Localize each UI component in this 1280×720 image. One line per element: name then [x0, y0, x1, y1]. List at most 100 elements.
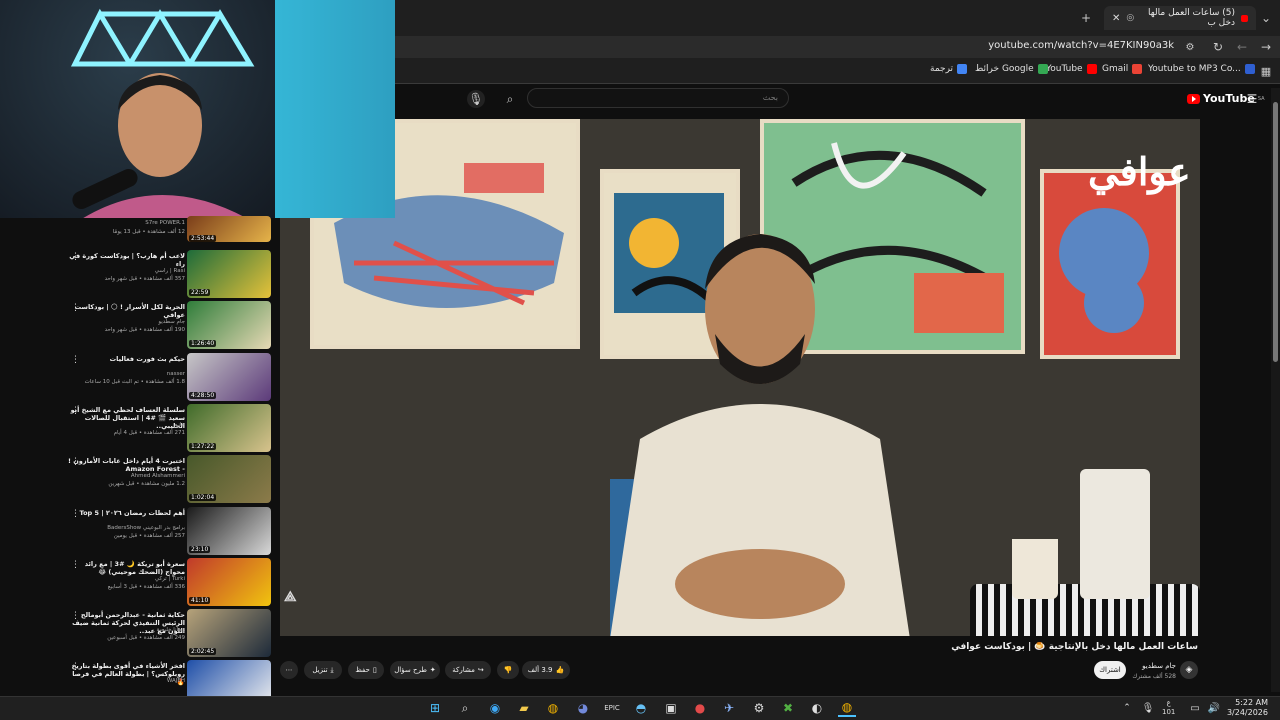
channel-name[interactable]: جام سطديو [1142, 662, 1176, 670]
mic-icon[interactable]: 🎙 [1139, 699, 1157, 717]
video-channel[interactable]: برامج بدر البوعيني BadersShow [67, 525, 185, 531]
list-item[interactable]: 1:26:40 الحرية لكل الأسرار ! 🌕 | بودكاست … [65, 301, 275, 351]
clock[interactable]: 5:22 AM 3/24/2026 [1227, 698, 1268, 718]
more-options-icon[interactable]: ⋮ [71, 611, 80, 621]
list-item[interactable]: 2:02:45 حكاية ثمانية - عبدالرحمن أبومالح … [65, 609, 275, 659]
video-player[interactable]: عوافي ⟁ [280, 119, 1200, 636]
chrome-icon[interactable]: ◍ [544, 699, 562, 717]
record-icon[interactable]: ● [691, 699, 709, 717]
list-item[interactable]: 1:02:04 اختبرت 4 أيام داخل غابات الأمازون… [65, 455, 275, 505]
apps-grid-icon[interactable]: ▦ [1258, 63, 1274, 79]
video-title[interactable]: أهم لحظات رمضان ٢٠٢٦ | Top 5 [67, 509, 185, 517]
bookmark-item[interactable]: Gmail [1102, 64, 1143, 74]
back-icon[interactable]: → [1258, 39, 1274, 55]
steam-icon[interactable]: ◓ [632, 699, 650, 717]
dislike-button[interactable]: 👎 [497, 661, 519, 679]
chevron-down-icon[interactable]: ⌄ [1258, 10, 1274, 26]
video-channel[interactable]: Turki | تركي [67, 576, 185, 582]
more-actions-button[interactable]: ⋯ [280, 661, 298, 679]
share-button[interactable]: ↪ مشاركة [445, 661, 491, 679]
list-item[interactable]: 41:10 سعرة أبو تريكة 🌙 #3 | مع رائد محواج… [65, 557, 275, 608]
scrollbar-thumb[interactable] [1273, 102, 1278, 362]
list-item[interactable]: 23:10 أهم لحظات رمضان ٢٠٢٦ | Top 5 برامج ب… [65, 506, 275, 557]
video-meta: 257 ألف مشاهدة • قبل يومين [113, 532, 185, 539]
video-title[interactable]: اختبرت 4 أيام داخل غابات الأمازون ! - Am… [67, 457, 185, 473]
search-icon[interactable]: ⌕ [502, 91, 518, 107]
share-label: مشاركة [452, 666, 475, 674]
video-channel[interactable]: S7re POWER.1 [67, 220, 185, 226]
list-item[interactable]: 2:53:44 S7re POWER.1 12 ألف مشاهدة • قبل… [65, 208, 275, 242]
app-icon[interactable]: ▣ [662, 699, 680, 717]
video-channel[interactable]: Ahmed Alshammeri [67, 473, 185, 479]
background-poster [1040, 169, 1180, 359]
chevron-up-icon[interactable]: ⌃ [1118, 699, 1136, 717]
close-tab-icon[interactable]: ✕ [1112, 13, 1120, 24]
share-icon: ↪ [477, 666, 484, 674]
reload-icon[interactable]: ↻ [1210, 39, 1226, 55]
mic-icon[interactable]: 🎙 [467, 90, 485, 108]
volume-icon[interactable]: 🔊 [1205, 699, 1223, 717]
browser-tab[interactable]: (5) ساعات العمل مالها دخل ب ◎ ✕ [1104, 6, 1256, 30]
translate-favicon-icon [957, 64, 968, 74]
more-options-icon[interactable]: ⋮ [71, 303, 80, 313]
bookmark-item[interactable]: خرائط Google [975, 64, 1048, 74]
streamer-figure [72, 73, 247, 218]
ask-label: طرح سؤال [394, 666, 427, 674]
video-title[interactable]: سعرة أبو تريكة 🌙 #3 | مع رائد محواج (الض… [67, 560, 185, 576]
like-button[interactable]: 👍 3.9 ألف [522, 661, 570, 679]
more-options-icon[interactable]: ⋮ [71, 355, 80, 365]
more-options-icon[interactable]: ⋮ [71, 252, 80, 262]
new-tab-icon[interactable]: + [1078, 10, 1094, 26]
settings-icon[interactable]: ⚙ [750, 699, 768, 717]
save-button[interactable]: ▯ حفظ [348, 661, 384, 679]
youtube-logo[interactable]: YouTube SA [1187, 92, 1265, 105]
plane-icon[interactable]: ✈ [720, 699, 738, 717]
bookmark-item[interactable]: Youtube to MP3 Co... [1148, 64, 1255, 74]
video-meta: 357 ألف مشاهدة • قبل شهر واحد [104, 276, 185, 282]
chrome-active-icon[interactable]: ◍ [838, 699, 856, 717]
video-channel[interactable]: Rasi | راسي [67, 268, 185, 274]
more-options-icon[interactable]: ⋮ [71, 457, 80, 467]
windows-start-icon[interactable]: ⊞ [426, 699, 444, 717]
page-scrollbar[interactable] [1271, 88, 1280, 692]
discord-icon[interactable]: ◕ [574, 699, 592, 717]
video-title[interactable]: الحرية لكل الأسرار ! 🌕 | بودكاست عوافي [67, 303, 185, 319]
video-duration: 41:10 [189, 596, 211, 604]
search-input[interactable]: بحث [527, 88, 789, 108]
list-item[interactable]: 1:27:22 سلسلة العساف لحظي مع الشيخ أبو سع… [65, 403, 275, 454]
ask-button[interactable]: ✦ طرح سؤال [390, 661, 440, 679]
forward-icon[interactable]: ← [1234, 39, 1250, 55]
more-options-icon[interactable]: ⋮ [71, 662, 80, 672]
video-channel[interactable]: WAJEH [67, 678, 185, 684]
tab-title: (5) ساعات العمل مالها دخل ب [1148, 8, 1236, 28]
network-icon[interactable]: ▭ [1186, 699, 1204, 717]
subscribe-button[interactable]: اشتراك [1094, 661, 1126, 679]
video-channel[interactable]: جام سطديو [67, 319, 185, 325]
bookmark-label: Youtube to MP3 Co... [1148, 64, 1241, 74]
video-channel[interactable]: nasser [67, 371, 185, 377]
bookmark-item[interactable]: ترجمة [930, 64, 968, 74]
video-title[interactable]: لاعب أم هارب؟ | بودكاست كورة في راء [67, 252, 185, 268]
folder-icon[interactable]: ▰ [515, 699, 533, 717]
site-info-icon[interactable]: ⚙ [1182, 39, 1198, 55]
download-button[interactable]: ⤓ تنزيل [304, 661, 342, 679]
more-options-icon[interactable]: ⋮ [71, 509, 80, 519]
epic-games-icon[interactable]: EPIC [603, 699, 621, 717]
language-indicator[interactable]: ع 101 [1162, 699, 1175, 717]
more-options-icon[interactable]: ⋮ [71, 560, 80, 570]
more-options-icon[interactable]: ⋮ [71, 406, 80, 416]
list-item[interactable]: 4:28:50 حيكم بث فورت فعاليات nasser 1.8 ألف… [65, 352, 275, 403]
list-item[interactable]: 22:59 لاعب أم هارب؟ | بودكاست كورة في راء… [65, 250, 275, 300]
video-channel[interactable]: روتانا خليجية [67, 627, 185, 633]
search-icon[interactable]: ⌕ [456, 699, 474, 717]
xbox-icon[interactable]: ✖ [779, 699, 797, 717]
edge-icon[interactable]: ◉ [486, 699, 504, 717]
channel-avatar[interactable]: ◈ [1180, 661, 1198, 679]
bookmark-item[interactable]: YouTube [1046, 64, 1097, 74]
app-icon[interactable]: ◐ [808, 699, 826, 717]
video-channel[interactable]: حازم [67, 422, 185, 428]
url-field[interactable]: youtube.com/watch?v=4E7KIN90a3k [988, 40, 1174, 51]
video-title[interactable]: حيكم بث فورت فعاليات [67, 355, 185, 363]
audio-icon[interactable]: ◎ [1126, 13, 1134, 23]
youtube-play-icon [1187, 93, 1200, 104]
